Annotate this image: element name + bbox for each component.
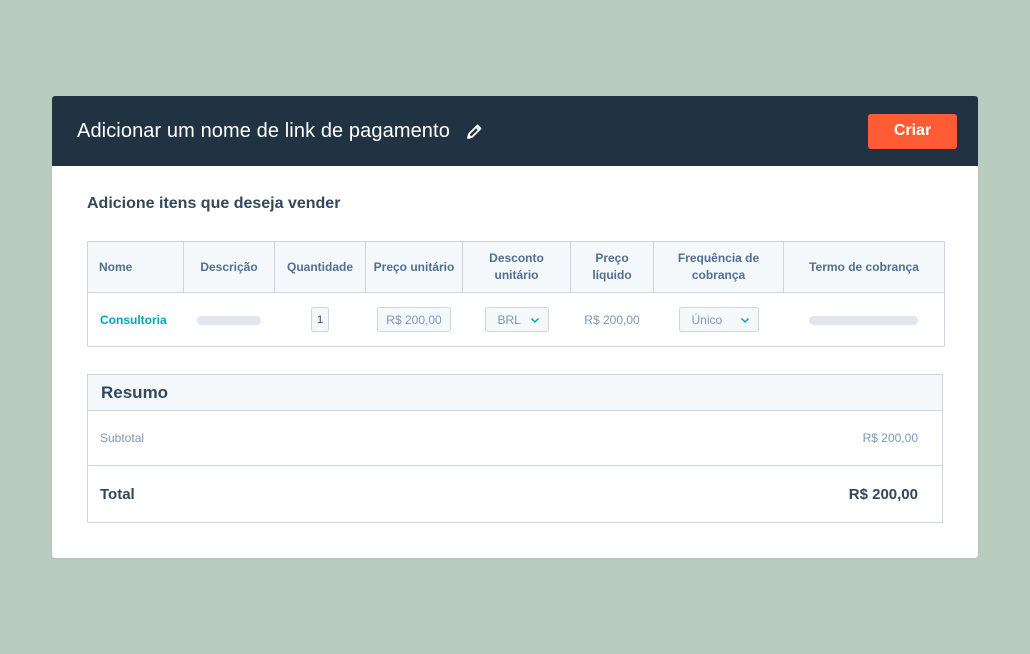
summary-panel: Resumo Subtotal R$ 200,00 Total R$ 200,0…: [87, 374, 943, 523]
column-header-name: Nome: [87, 241, 184, 293]
chevron-down-icon: [740, 315, 750, 325]
background-frame: Adicionar um nome de link de pagamento C…: [0, 0, 1030, 654]
cell-quantity: 1: [274, 292, 366, 347]
total-row: Total R$ 200,00: [88, 466, 942, 522]
column-header-unit-price: Preço unitário: [365, 241, 463, 293]
payment-link-editor: Adicionar um nome de link de pagamento C…: [52, 96, 978, 558]
create-button[interactable]: Criar: [868, 113, 957, 149]
title-group: Adicionar um nome de link de pagamento: [77, 120, 483, 143]
discount-currency-select[interactable]: BRL: [484, 307, 549, 332]
section-title: Adicione itens que deseja vender: [87, 195, 341, 212]
chevron-down-icon: [530, 315, 540, 325]
column-header-description: Descrição: [183, 241, 275, 293]
column-header-quantity: Quantidade: [274, 241, 366, 293]
editor-body: Adicione itens que deseja vender Nome De…: [52, 195, 978, 523]
subtotal-value: R$ 200,00: [862, 431, 918, 445]
cell-unit-price: R$ 200,00: [365, 292, 463, 347]
cell-billing-term: [783, 292, 945, 347]
item-name-link[interactable]: Consultoria: [100, 313, 167, 327]
line-items-table: Nome Descrição Quantidade Preço unitário…: [87, 241, 945, 347]
billing-frequency-value: Único: [691, 312, 723, 327]
table-header-row: Nome Descrição Quantidade Preço unitário…: [87, 241, 945, 293]
cell-description: [183, 292, 275, 347]
pencil-icon[interactable]: [466, 123, 483, 140]
cell-name: Consultoria: [87, 292, 184, 347]
column-header-billing-term: Termo de cobrança: [783, 241, 945, 293]
discount-currency-value: BRL: [497, 312, 521, 327]
total-value: R$ 200,00: [848, 485, 918, 503]
subtotal-row: Subtotal R$ 200,00: [88, 411, 942, 466]
billing-term-placeholder[interactable]: [809, 315, 919, 325]
summary-title: Resumo: [88, 375, 942, 411]
column-header-billing-frequency: Frequência de cobrança: [653, 241, 784, 293]
total-label: Total: [100, 485, 135, 503]
description-placeholder[interactable]: [197, 315, 261, 325]
table-row: Consultoria 1 R$ 200,00 BRL R$ 200,00 Ún…: [87, 292, 945, 347]
page-title[interactable]: Adicionar um nome de link de pagamento: [77, 120, 450, 143]
billing-frequency-select[interactable]: Único: [678, 307, 759, 332]
column-header-net-price: Preço líquido: [570, 241, 654, 293]
quantity-input[interactable]: 1: [311, 307, 329, 332]
cell-billing-frequency: Único: [653, 292, 784, 347]
subtotal-label: Subtotal: [100, 431, 145, 445]
cell-net-price: R$ 200,00: [570, 292, 654, 347]
cell-unit-discount: BRL: [462, 292, 571, 347]
unit-price-input[interactable]: R$ 200,00: [377, 307, 451, 332]
column-header-unit-discount: Desconto unitário: [462, 241, 571, 293]
editor-header: Adicionar um nome de link de pagamento C…: [52, 96, 978, 166]
